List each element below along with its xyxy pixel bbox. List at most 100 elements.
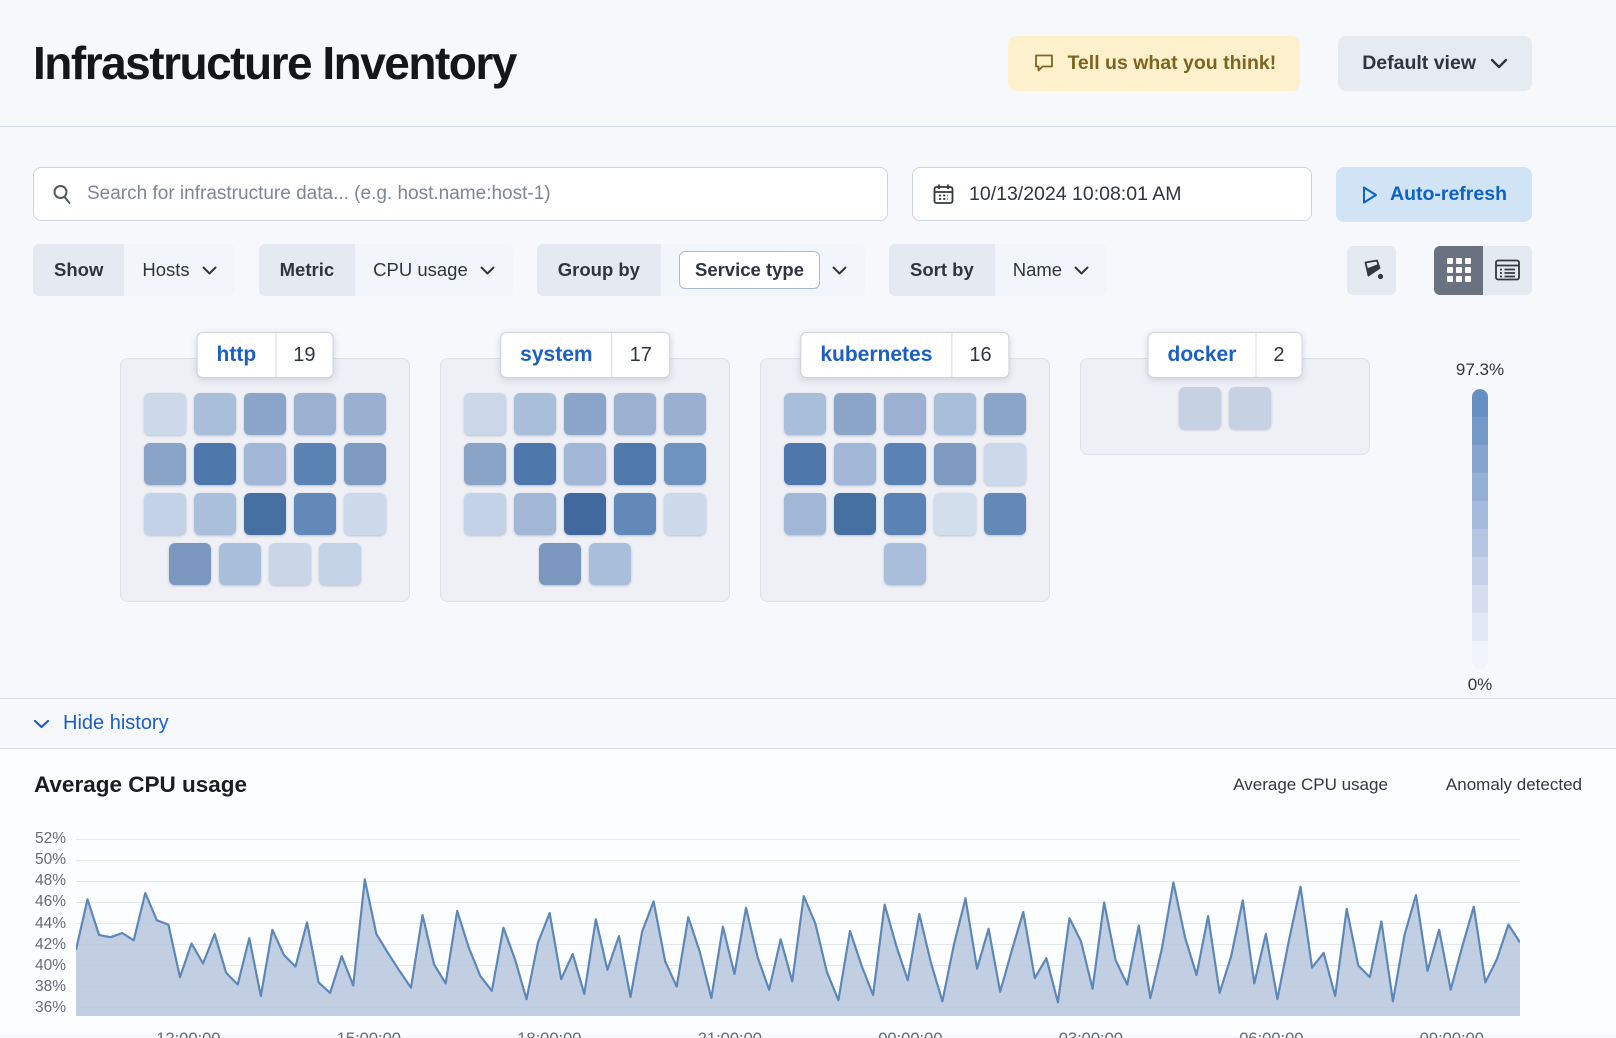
host-tile[interactable] (564, 493, 606, 535)
host-tile[interactable] (564, 443, 606, 485)
view-picker-button[interactable]: Default view (1338, 36, 1532, 91)
host-tile[interactable] (589, 543, 631, 585)
host-tile[interactable] (344, 393, 386, 435)
host-tile[interactable] (244, 443, 286, 485)
host-tile[interactable] (514, 443, 556, 485)
host-tile[interactable] (784, 393, 826, 435)
host-tile[interactable] (194, 493, 236, 535)
metric-dropdown[interactable]: CPU usage (355, 244, 513, 296)
y-axis-tick: 52% (10, 830, 66, 848)
host-tile[interactable] (144, 493, 186, 535)
chart-legend: Average CPU usage Anomaly detected (1210, 775, 1582, 795)
host-tile[interactable] (984, 493, 1026, 535)
host-tile[interactable] (784, 443, 826, 485)
host-tile[interactable] (884, 493, 926, 535)
x-axis-tick: 15:00:00 (337, 1030, 401, 1038)
anomaly-swatch-icon (1418, 781, 1435, 789)
host-tile[interactable] (834, 493, 876, 535)
host-tile[interactable] (539, 543, 581, 585)
host-tile[interactable] (564, 393, 606, 435)
chevron-down-icon (202, 266, 217, 275)
sortby-dropdown[interactable]: Name (995, 244, 1107, 296)
y-axis-tick: 40% (10, 957, 66, 975)
host-tile[interactable] (194, 443, 236, 485)
host-tile[interactable] (934, 393, 976, 435)
cpu-usage-chart: 52%50%48%46%44%42%40%38%36%12:00:0015:00… (76, 831, 1520, 1016)
date-picker[interactable]: 10/13/2024 10:08:01 AM (912, 167, 1312, 221)
host-tile[interactable] (464, 393, 506, 435)
host-tile[interactable] (344, 443, 386, 485)
host-tile[interactable] (269, 543, 311, 585)
host-tile[interactable] (344, 493, 386, 535)
date-value: 10/13/2024 10:08:01 AM (969, 183, 1182, 206)
hide-history-toggle[interactable]: Hide history (0, 698, 1616, 748)
host-tile[interactable] (514, 393, 556, 435)
group-name-link[interactable]: system (501, 343, 611, 367)
host-tile[interactable] (294, 443, 336, 485)
table-view-toggle[interactable] (1483, 246, 1532, 295)
host-tile[interactable] (834, 443, 876, 485)
grid-icon (1447, 258, 1471, 282)
host-tile[interactable] (319, 543, 361, 585)
legend-step (1472, 557, 1488, 585)
show-dropdown[interactable]: Hosts (124, 244, 234, 296)
legend-item-anomaly[interactable]: Anomaly detected (1418, 775, 1582, 795)
y-axis-tick: 38% (10, 978, 66, 996)
host-tile[interactable] (934, 443, 976, 485)
host-tile[interactable] (614, 493, 656, 535)
host-tile[interactable] (294, 393, 336, 435)
groupby-combobox[interactable]: Service type (679, 251, 820, 289)
search-input[interactable] (87, 183, 871, 205)
legend-item-cpu[interactable]: Average CPU usage (1210, 775, 1388, 795)
host-tile[interactable] (934, 493, 976, 535)
host-tile[interactable] (169, 543, 211, 585)
host-tile[interactable] (1229, 387, 1271, 429)
feedback-button[interactable]: Tell us what you think! (1008, 36, 1300, 91)
host-tile[interactable] (219, 543, 261, 585)
group-name-link[interactable]: kubernetes (801, 343, 951, 367)
x-axis-tick: 12:00:00 (156, 1030, 220, 1038)
host-tile[interactable] (614, 443, 656, 485)
chevron-down-icon (1074, 266, 1089, 275)
x-axis-tick: 03:00:00 (1059, 1030, 1123, 1038)
auto-refresh-button[interactable]: Auto-refresh (1336, 167, 1532, 222)
host-tile[interactable] (514, 493, 556, 535)
host-tile[interactable] (664, 443, 706, 485)
groupby-dropdown[interactable]: Service type (661, 244, 865, 296)
host-tile[interactable] (294, 493, 336, 535)
host-tile[interactable] (464, 493, 506, 535)
host-tile[interactable] (614, 393, 656, 435)
host-tile[interactable] (984, 393, 1026, 435)
x-axis-tick: 18:00:00 (517, 1030, 581, 1038)
x-axis-tick: 21:00:00 (698, 1030, 762, 1038)
host-tile[interactable] (1179, 387, 1221, 429)
view-mode-toggle (1434, 246, 1532, 295)
waffle-map: http19system17kubernetes16docker2 97.3% … (0, 358, 1616, 698)
host-tile[interactable] (784, 493, 826, 535)
legend-min-label: 0% (1468, 675, 1493, 695)
legend-step (1472, 585, 1488, 613)
group-name-link[interactable]: docker (1149, 343, 1256, 367)
host-tile[interactable] (884, 443, 926, 485)
y-axis-tick: 44% (10, 915, 66, 933)
legend-options-button[interactable] (1347, 246, 1396, 295)
host-tile[interactable] (194, 393, 236, 435)
map-view-toggle[interactable] (1434, 246, 1483, 295)
groupby-label: Group by (537, 244, 661, 296)
host-tile[interactable] (144, 393, 186, 435)
group-name-link[interactable]: http (198, 343, 276, 367)
legend-step (1472, 445, 1488, 473)
host-tile[interactable] (984, 443, 1026, 485)
chevron-down-icon (1490, 58, 1508, 69)
host-tile[interactable] (884, 543, 926, 585)
host-tile[interactable] (664, 493, 706, 535)
host-tile[interactable] (144, 443, 186, 485)
host-tile[interactable] (464, 443, 506, 485)
host-tile[interactable] (884, 393, 926, 435)
paint-bucket-icon (1358, 256, 1386, 284)
x-axis-tick: 09:00:00 (1420, 1030, 1484, 1038)
host-tile[interactable] (244, 393, 286, 435)
host-tile[interactable] (834, 393, 876, 435)
host-tile[interactable] (664, 393, 706, 435)
host-tile[interactable] (244, 493, 286, 535)
